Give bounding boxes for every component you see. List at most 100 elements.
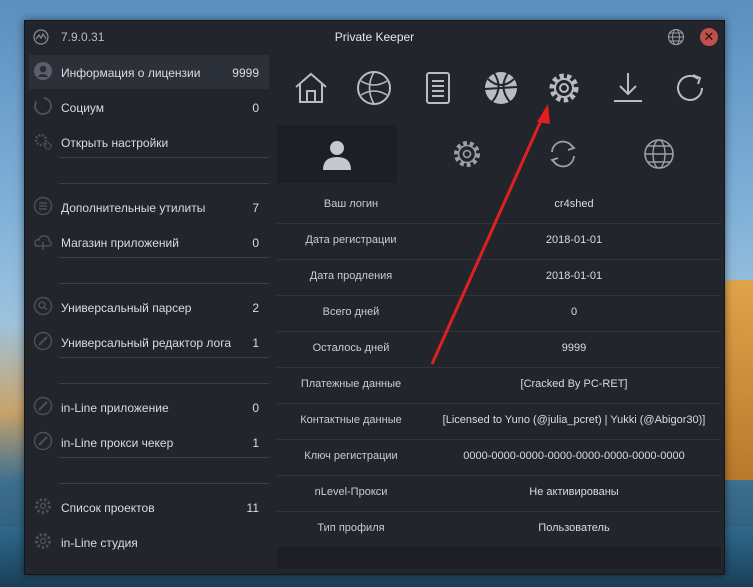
row-value: 2018-01-01 bbox=[545, 234, 603, 246]
row-value: 0 bbox=[570, 306, 578, 318]
search-icon bbox=[33, 296, 53, 316]
close-button[interactable]: ✕ bbox=[700, 28, 718, 46]
sidebar-divider bbox=[59, 483, 269, 484]
globe-icon[interactable] bbox=[355, 69, 393, 107]
sidebar-item-inline-studio[interactable]: in-Line студия bbox=[29, 525, 269, 559]
gear-icon bbox=[35, 533, 51, 549]
settings-icon[interactable] bbox=[545, 69, 583, 107]
row-key: Ключ регистрации bbox=[304, 450, 398, 462]
window-title: Private Keeper bbox=[334, 30, 415, 44]
table-row: Тип профиля Пользователь bbox=[277, 511, 721, 547]
sidebar-item-count: 1 bbox=[252, 436, 259, 450]
sidebar-item-count: 0 bbox=[252, 236, 259, 250]
sidebar-item-log-editor[interactable]: Универсальный редактор лога 1 bbox=[29, 325, 269, 359]
row-key: Дата регистрации bbox=[305, 234, 397, 246]
sidebar-divider bbox=[59, 257, 269, 258]
user-circle-icon bbox=[34, 62, 52, 80]
row-key: Тип профиля bbox=[317, 522, 385, 534]
sidebar-item-project-list[interactable]: Список проектов 11 bbox=[29, 490, 269, 524]
sidebar-item-label: Социум bbox=[61, 101, 105, 115]
settings-icon[interactable] bbox=[449, 136, 485, 172]
table-row: Дата продления 2018-01-01 bbox=[277, 259, 721, 295]
table-row: Ключ регистрации 0000-0000-0000-0000-000… bbox=[277, 439, 721, 475]
sidebar-divider bbox=[59, 283, 269, 284]
sidebar-item-inline-proxy-checker[interactable]: in-Line прокси чекер 1 bbox=[29, 425, 269, 459]
sidebar-item-label: Универсальный редактор лога bbox=[61, 336, 232, 350]
sidebar-item-label: Открыть настройки bbox=[61, 136, 169, 150]
sidebar-item-count: 2 bbox=[252, 301, 259, 315]
subtab-profile[interactable] bbox=[277, 125, 397, 183]
sidebar-item-label: Список проектов bbox=[61, 501, 155, 515]
table-row: nLevel-Прокси Не активированы bbox=[277, 475, 721, 511]
profile-icon bbox=[323, 141, 351, 170]
table-row: Осталось дней 9999 bbox=[277, 331, 721, 367]
row-value: cr4shed bbox=[554, 198, 594, 210]
sidebar-item-count: 7 bbox=[252, 201, 259, 215]
cloud-icon bbox=[34, 235, 52, 250]
sidebar-divider bbox=[59, 457, 269, 458]
globe-icon[interactable] bbox=[641, 136, 677, 172]
language-globe-icon[interactable] bbox=[667, 28, 685, 46]
sidebar-item-count: 1 bbox=[252, 336, 259, 350]
table-footer bbox=[277, 547, 721, 569]
table-row: Ваш логин cr4shed bbox=[277, 187, 721, 223]
sidebar-item-count: 0 bbox=[252, 401, 259, 415]
sidebar-item-universal-parser[interactable]: Универсальный парсер 2 bbox=[29, 290, 269, 324]
main-toolbar bbox=[277, 55, 724, 125]
title-bar: 7.9.0.31 Private Keeper ✕ bbox=[25, 21, 724, 53]
row-key: Ваш логин bbox=[323, 198, 379, 210]
home-icon[interactable] bbox=[292, 69, 330, 107]
sidebar-divider bbox=[59, 157, 269, 158]
basketball-icon[interactable] bbox=[482, 69, 520, 107]
sidebar-item-label: Информация о лицензии bbox=[61, 66, 201, 80]
sync-icon[interactable] bbox=[545, 136, 581, 172]
row-key: Всего дней bbox=[322, 306, 380, 318]
row-value: 0000-0000-0000-0000-0000-0000-0000-0000 bbox=[463, 450, 685, 462]
pen-icon bbox=[33, 396, 53, 416]
gears-icon bbox=[34, 133, 52, 150]
row-value: 2018-01-01 bbox=[545, 270, 603, 282]
row-key: nLevel-Прокси bbox=[314, 486, 388, 498]
app-window: 7.9.0.31 Private Keeper ✕ Информация о л… bbox=[24, 20, 725, 575]
download-icon[interactable] bbox=[609, 69, 647, 107]
sidebar-item-extra-utilities[interactable]: Дополнительные утилиты 7 bbox=[29, 190, 269, 224]
sidebar-item-app-store[interactable]: Магазин приложений 0 bbox=[29, 225, 269, 259]
row-key: Платежные данные bbox=[300, 378, 402, 390]
sidebar-item-label: in-Line прокси чекер bbox=[61, 436, 174, 450]
sidebar-divider bbox=[59, 357, 269, 358]
table-row: Платежные данные [Cracked By PC-RET] bbox=[277, 367, 721, 403]
sidebar-item-label: Дополнительные утилиты bbox=[61, 201, 206, 215]
table-row: Дата регистрации 2018-01-01 bbox=[277, 223, 721, 259]
ring-icon bbox=[34, 97, 52, 115]
pen-icon bbox=[33, 331, 53, 351]
sidebar-item-label: in-Line приложение bbox=[61, 401, 169, 415]
subtab-group bbox=[401, 125, 721, 183]
sidebar-item-label: Универсальный парсер bbox=[61, 301, 192, 315]
sidebar-item-count: 9999 bbox=[232, 66, 259, 80]
sidebar-divider bbox=[59, 183, 269, 184]
refresh-icon[interactable] bbox=[671, 69, 709, 107]
sidebar-item-inline-app[interactable]: in-Line приложение 0 bbox=[29, 390, 269, 424]
table-row: Контактные данные [Licensed to Yuno (@ju… bbox=[277, 403, 721, 439]
sidebar-item-social[interactable]: Социум 0 bbox=[29, 90, 269, 124]
row-value: Пользователь bbox=[538, 522, 610, 534]
row-value: [Cracked By PC-RET] bbox=[520, 378, 628, 390]
sidebar-item-label: Магазин приложений bbox=[61, 236, 179, 250]
sidebar-item-count: 0 bbox=[252, 101, 259, 115]
sidebar-item-label: in-Line студия bbox=[61, 536, 138, 550]
pen-icon bbox=[33, 431, 53, 451]
sidebar-divider bbox=[59, 383, 269, 384]
row-value: [Licensed to Yuno (@julia_pcret) | Yukki… bbox=[442, 414, 706, 426]
gear-icon bbox=[35, 498, 51, 514]
row-key: Контактные данные bbox=[300, 414, 402, 426]
sidebar-item-open-settings[interactable]: Открыть настройки bbox=[29, 125, 269, 159]
list-icon bbox=[33, 196, 53, 216]
sidebar-item-license-info[interactable]: Информация о лицензии 9999 bbox=[29, 55, 269, 89]
row-value: Не активированы bbox=[529, 486, 619, 498]
row-key: Дата продления bbox=[309, 270, 393, 282]
notebook-icon[interactable] bbox=[419, 69, 457, 107]
row-value: 9999 bbox=[561, 342, 587, 354]
sidebar-item-count: 11 bbox=[246, 501, 259, 515]
row-key: Осталось дней bbox=[312, 342, 390, 354]
table-row: Всего дней 0 bbox=[277, 295, 721, 331]
